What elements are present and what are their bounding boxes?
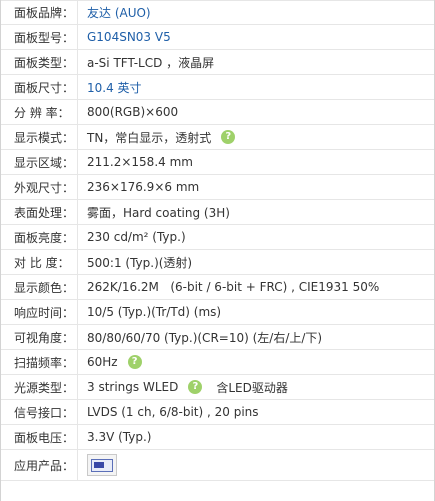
spec-row-frequency: 扫描频率： 60Hz ? [1,350,434,375]
spec-value: 10/5 (Typ.)(Tr/Td) (ms) [87,305,222,319]
spec-row-backlight: 光源类型： 3 strings WLED ? 含LED驱动器 [1,375,434,400]
spec-label: 光源类型： [14,380,75,395]
spec-row-display-mode: 显示模式： TN，常白显示，透射式 ? [1,125,434,150]
spec-value: 80/80/60/70 (Typ.)(CR=10) (左/右/上/下) [87,330,323,345]
spec-value: 3.3V (Typ.) [87,430,152,444]
spec-value: LVDS (1 ch, 6/8-bit) , 20 pins [87,405,259,419]
spec-label: 外观尺寸： [14,180,75,195]
spec-value: 800(RGB)×600 [87,105,179,119]
spec-value: 236×176.9×6 mm [87,180,200,194]
spec-label: 对 比 度： [14,255,70,270]
spec-label: 面板尺寸： [14,80,75,95]
spec-row-response: 响应时间： 10/5 (Typ.)(Tr/Td) (ms) [1,300,434,325]
spec-value: TN，常白显示，透射式 [87,130,212,145]
spec-label: 面板类型： [14,55,75,70]
spec-row-contrast: 对 比 度： 500:1 (Typ.)(透射) [1,250,434,275]
spec-row-viewing-angle: 可视角度： 80/80/60/70 (Typ.)(CR=10) (左/右/上/下… [1,325,434,350]
spec-row-model: 面板型号： G104SN03 V5 [1,25,434,50]
spec-value-group: TN，常白显示，透射式 ? [78,129,236,146]
monitor-product-icon[interactable] [87,454,117,476]
panel-spec-table: 面板品牌： 友达 (AUO) 面板型号： G104SN03 V5 面板类型： a… [0,0,435,501]
spec-label: 分 辨 率： [14,105,70,120]
spec-value: 262K/16.2M (6-bit / 6-bit + FRC) , CIE19… [87,280,380,294]
spec-row-active-area: 显示区域： 211.2×158.4 mm [1,150,434,175]
spec-label: 信号接口： [14,405,75,420]
spec-value-group: 3 strings WLED ? 含LED驱动器 [78,379,288,396]
brand-link[interactable]: 友达 (AUO) [78,4,151,21]
spec-row-brightness: 面板亮度： 230 cd/m² (Typ.) [1,225,434,250]
spec-row-outline: 外观尺寸： 236×176.9×6 mm [1,175,434,200]
spec-label: 扫描频率： [14,355,75,370]
spec-row-application: 应用产品： [1,450,434,481]
spec-row-interface: 信号接口： LVDS (1 ch, 6/8-bit) , 20 pins [1,400,434,425]
spec-value: 211.2×158.4 mm [87,155,193,169]
spec-value-extra: 含LED驱动器 [216,380,288,395]
help-icon[interactable]: ? [221,130,236,144]
help-icon[interactable]: ? [188,380,203,394]
size-link[interactable]: 10.4 英寸 [78,79,142,96]
spec-label: 显示区域： [14,155,75,170]
spec-value: a-Si TFT-LCD ，液晶屏 [87,55,215,70]
spec-row-surface: 表面处理： 雾面，Hard coating (3H) [1,200,434,225]
spec-label: 可视角度： [14,330,75,345]
monitor-screen-icon [91,458,113,472]
spec-label: 面板型号： [14,30,75,45]
spec-value: 3 strings WLED [87,380,179,394]
spec-label: 面板亮度： [14,230,75,245]
help-icon[interactable]: ? [127,355,142,369]
spec-row-resolution: 分 辨 率： 800(RGB)×600 [1,100,434,125]
spec-value: 230 cd/m² (Typ.) [87,230,186,244]
spec-label: 响应时间： [14,305,75,320]
spec-row-brand: 面板品牌： 友达 (AUO) [1,0,434,25]
spec-label: 应用产品： [14,458,75,473]
spec-label: 面板品牌： [14,6,75,20]
spec-label: 显示颜色： [14,280,75,295]
spec-value: 60Hz [87,355,118,369]
spec-value-group [78,454,117,476]
spec-value: 500:1 (Typ.)(透射) [87,255,193,270]
spec-row-voltage: 面板电压： 3.3V (Typ.) [1,425,434,450]
spec-row-size: 面板尺寸： 10.4 英寸 [1,75,434,100]
spec-row-type: 面板类型： a-Si TFT-LCD ，液晶屏 [1,50,434,75]
spec-value-group: 60Hz ? [78,355,142,369]
spec-label: 显示模式： [14,130,75,145]
spec-label: 表面处理： [14,205,75,220]
spec-row-colors: 显示颜色： 262K/16.2M (6-bit / 6-bit + FRC) ,… [1,275,434,300]
spec-value: 雾面，Hard coating (3H) [87,205,230,220]
spec-label: 面板电压： [14,430,75,445]
model-link[interactable]: G104SN03 V5 [78,30,171,44]
